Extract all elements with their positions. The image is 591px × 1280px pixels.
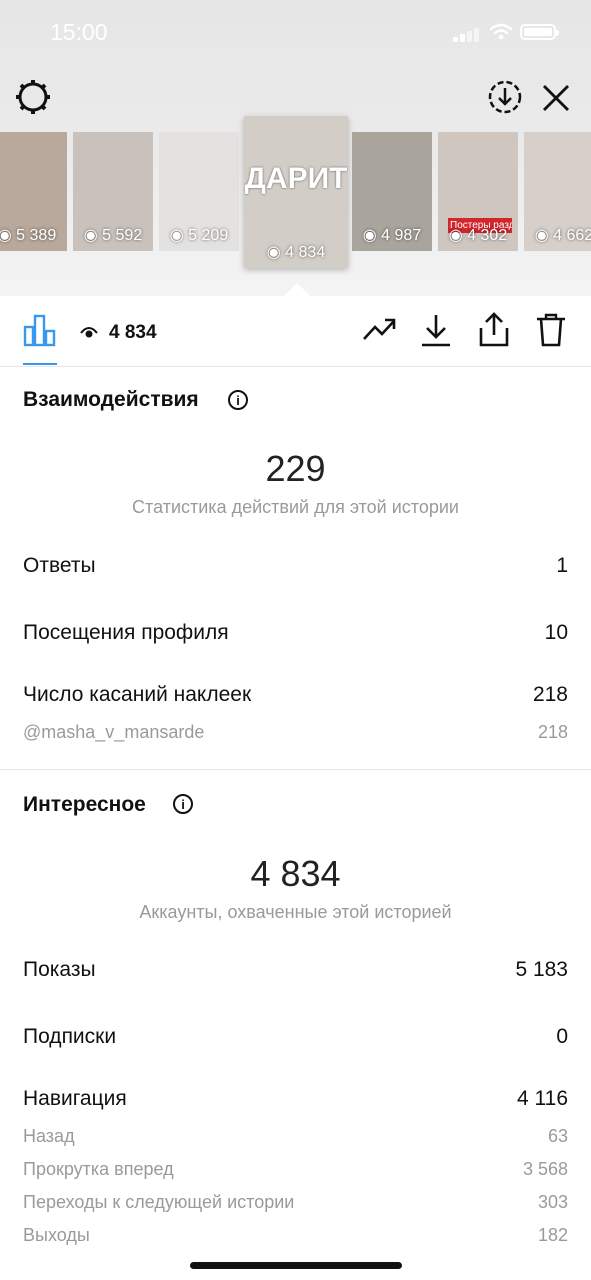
nav-next-story-value: 303 bbox=[537, 1192, 568, 1212]
story-thumbnail[interactable]: Постеры раздает ◉ 4 302 bbox=[438, 132, 518, 251]
nav-forward-value: 3 568 bbox=[522, 1159, 568, 1179]
interactions-total: 229 bbox=[265, 448, 326, 489]
discovery-subtitle: Аккаунты, охваченные этой историей bbox=[139, 902, 452, 922]
wifi-icon bbox=[490, 23, 512, 40]
sticker-mention-label: @masha_v_mansarde bbox=[23, 722, 205, 742]
sticker-mention-value: 218 bbox=[537, 722, 568, 742]
row-navigation-value: 4 116 bbox=[517, 1087, 568, 1110]
section-divider bbox=[0, 769, 591, 770]
trend-icon[interactable] bbox=[362, 315, 398, 343]
row-follows-value: 0 bbox=[556, 1025, 568, 1048]
story-views: ◉ 4 662 bbox=[534, 227, 591, 244]
story-overlay-text: ДАРИТ bbox=[244, 162, 348, 195]
story-views: ◉ 4 302 bbox=[448, 227, 508, 244]
nav-next-story-label: Переходы к следующей истории bbox=[23, 1192, 295, 1212]
row-navigation-label: Навигация bbox=[23, 1087, 127, 1110]
nav-exits-value: 182 bbox=[537, 1225, 568, 1245]
nav-back-value: 63 bbox=[547, 1126, 568, 1146]
story-views: ◉ 5 592 bbox=[83, 227, 143, 244]
row-impressions-value: 5 183 bbox=[515, 958, 568, 981]
story-thumbnail[interactable]: ◉ 5 209 bbox=[159, 132, 239, 251]
story-views-count: 4 834 bbox=[109, 322, 157, 343]
status-time: 15:00 bbox=[50, 19, 108, 45]
share-icon[interactable] bbox=[478, 312, 510, 348]
nav-back-label: Назад bbox=[23, 1126, 75, 1146]
download-circle-icon[interactable] bbox=[487, 79, 523, 115]
eye-icon bbox=[80, 327, 98, 338]
story-views: ◉ 5 389 bbox=[0, 227, 57, 244]
status-bar: 15:00 bbox=[0, 0, 591, 64]
close-icon[interactable] bbox=[541, 83, 571, 113]
signal-icon bbox=[453, 28, 481, 42]
active-tab-indicator bbox=[23, 363, 57, 365]
stories-strip: ◉ 5 389 ◉ 5 592 ◉ 5 209 ДАРИТ ◉ 4 834 ◉ … bbox=[0, 116, 591, 272]
row-follows-label: Подписки bbox=[23, 1025, 117, 1048]
row-replies-label: Ответы bbox=[23, 554, 96, 577]
info-icon[interactable]: i bbox=[228, 390, 248, 410]
story-thumbnail[interactable]: ◉ 4 662 bbox=[524, 132, 591, 251]
story-views: ◉ 4 834 bbox=[266, 244, 326, 261]
row-profile-visits-value: 10 bbox=[544, 621, 568, 644]
trash-icon[interactable] bbox=[536, 312, 566, 348]
story-views: ◉ 4 987 bbox=[362, 227, 422, 244]
gear-icon[interactable] bbox=[15, 79, 51, 115]
battery-icon bbox=[520, 24, 559, 40]
row-sticker-taps-value: 218 bbox=[532, 683, 568, 706]
interactions-subtitle: Статистика действий для этой истории bbox=[132, 497, 459, 517]
nav-exits-label: Выходы bbox=[23, 1225, 90, 1245]
story-thumbnail[interactable]: ◉ 5 592 bbox=[73, 132, 153, 251]
row-sticker-taps-label: Число касаний наклеек bbox=[23, 683, 252, 706]
bar-chart-icon[interactable] bbox=[23, 313, 57, 347]
nav-forward-label: Прокрутка вперед bbox=[23, 1159, 174, 1179]
row-impressions-label: Показы bbox=[23, 958, 96, 981]
discovery-title: Интересное bbox=[23, 793, 146, 816]
story-thumbnail[interactable]: ◉ 5 389 bbox=[0, 132, 67, 251]
story-thumbnail-active[interactable]: ДАРИТ ◉ 4 834 bbox=[244, 116, 348, 268]
story-thumbnail[interactable]: ◉ 4 987 bbox=[352, 132, 432, 251]
discovery-total: 4 834 bbox=[250, 853, 341, 894]
story-viewer-header: 15:00 ◉ 5 389 ◉ 5 592 ◉ 5 209 ДАРИТ ◉ 4 … bbox=[0, 0, 591, 296]
active-story-pointer bbox=[284, 283, 310, 296]
row-profile-visits-label: Посещения профиля bbox=[23, 621, 229, 644]
row-replies-value: 1 bbox=[556, 554, 568, 577]
info-icon[interactable]: i bbox=[173, 794, 193, 814]
interactions-title: Взаимодействия bbox=[23, 388, 199, 411]
download-icon[interactable] bbox=[420, 312, 452, 348]
story-views: ◉ 5 209 bbox=[169, 227, 229, 244]
home-indicator[interactable] bbox=[190, 1262, 402, 1269]
